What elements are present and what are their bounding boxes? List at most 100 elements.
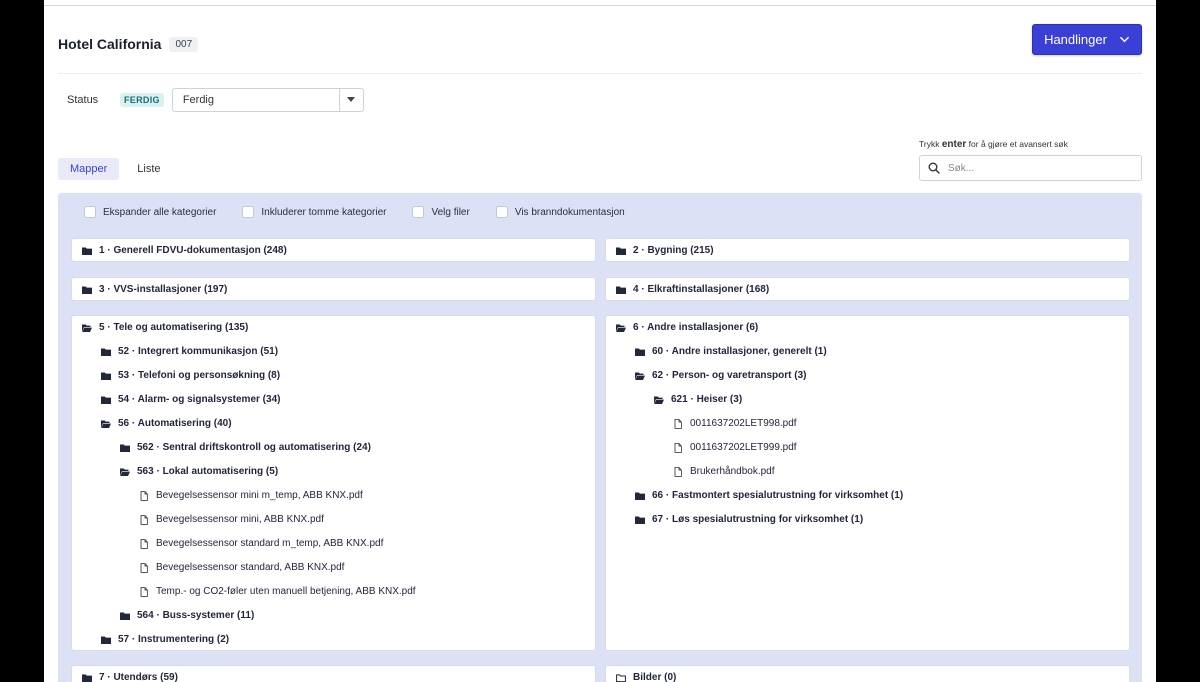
subcategory-row[interactable]: 563 · Lokal automatisering (5)	[120, 466, 278, 477]
option-fire-docs[interactable]: Vis branndokumentasjon	[495, 206, 625, 218]
folder-open-icon	[120, 467, 130, 477]
checkbox[interactable]	[495, 206, 508, 218]
file-row[interactable]: Brukerhåndbok.pdf	[673, 466, 775, 477]
file-row[interactable]: Bevegelsessensor mini, ABB KNX.pdf	[139, 514, 324, 525]
option-label: Ekspander alle kategorier	[103, 206, 217, 218]
file-row[interactable]: 0011637202LET998.pdf	[673, 418, 797, 429]
category-row[interactable]: Bilder (0)	[616, 672, 676, 682]
checkbox[interactable]	[412, 206, 425, 218]
folder-outline-icon	[616, 673, 626, 682]
file-label: 0011637202LET999.pdf	[690, 442, 797, 453]
category-row[interactable]: 7 · Utendørs (59)	[82, 672, 178, 682]
search-hint-prefix: Trykk	[919, 139, 940, 149]
category-card-6[interactable]: 6 · Andre installasjoner (6) 60 · Andre …	[605, 315, 1130, 651]
subcategory-row[interactable]: 60 · Andre installasjoner, generelt (1)	[635, 346, 827, 357]
subcategory-row[interactable]: 67 · Løs spesialutrustning for virksomhe…	[635, 514, 863, 525]
folder-panel: Ekspander alle kategorier Inkluderer tom…	[58, 193, 1142, 682]
folder-icon	[635, 347, 645, 357]
dropdown-caret-icon[interactable]	[338, 89, 363, 111]
option-include-empty[interactable]: Inkluderer tomme kategorier	[242, 206, 386, 218]
file-icon	[673, 466, 683, 477]
tab-mapper[interactable]: Mapper	[58, 158, 120, 180]
status-select-value: Ferdig	[182, 94, 214, 106]
file-icon	[139, 586, 149, 597]
category-row[interactable]: 6 · Andre installasjoner (6)	[616, 322, 758, 333]
file-row[interactable]: Bevegelsessensor standard, ABB KNX.pdf	[139, 562, 344, 573]
option-select-files[interactable]: Velg filer	[412, 206, 470, 218]
subcategory-row[interactable]: 66 · Fastmontert spesialutrustning for v…	[635, 490, 903, 501]
folder-open-icon	[635, 371, 645, 381]
subcategory-label: 621 · Heiser (3)	[671, 394, 743, 405]
file-label: Bevegelsessensor standard m_temp, ABB KN…	[156, 538, 384, 549]
category-card-5[interactable]: 5 · Tele og automatisering (135) 52 · In…	[71, 315, 596, 651]
search-hint-suffix: for å gjøre et avansert søk	[968, 139, 1068, 149]
file-row[interactable]: 0011637202LET999.pdf	[673, 442, 797, 453]
file-icon	[139, 490, 149, 501]
subcategory-row[interactable]: 564 · Buss-systemer (11)	[120, 610, 254, 621]
folder-open-icon	[101, 419, 111, 429]
folder-icon	[101, 347, 111, 357]
category-label: 4 · Elkraftinstallasjoner (168)	[633, 284, 770, 295]
file-row[interactable]: Bevegelsessensor standard m_temp, ABB KN…	[139, 538, 383, 549]
subcategory-label: 53 · Telefoni og personsøkning (8)	[118, 370, 281, 381]
checkbox[interactable]	[84, 206, 96, 218]
file-row[interactable]: Temp.- og CO2-føler uten manuell betjeni…	[139, 586, 416, 597]
project-number-badge: 007	[169, 36, 199, 52]
options-row: Ekspander alle kategorier Inkluderer tom…	[84, 206, 651, 218]
category-card-7[interactable]: 7 · Utendørs (59)	[71, 665, 596, 682]
subcategory-row[interactable]: 53 · Telefoni og personsøkning (8)	[101, 370, 280, 381]
file-label: 0011637202LET998.pdf	[690, 418, 797, 429]
category-row[interactable]: 5 · Tele og automatisering (135)	[82, 322, 248, 333]
file-icon	[673, 442, 683, 453]
actions-button-label: Handlinger	[1044, 32, 1107, 47]
checkbox[interactable]	[242, 206, 255, 218]
subcategory-row[interactable]: 62 · Person- og varetransport (3)	[635, 370, 806, 381]
status-badge: FERDIG	[120, 93, 164, 107]
category-card-2[interactable]: 2 · Bygning (215)	[605, 238, 1130, 262]
subcategory-label: 57 · Instrumentering (2)	[118, 634, 230, 645]
subcategory-label: 54 · Alarm- og signalsystemer (34)	[118, 394, 281, 405]
folder-icon	[120, 611, 130, 621]
subcategory-row[interactable]: 562 · Sentral driftskontroll og automati…	[120, 442, 371, 453]
tab-liste[interactable]: Liste	[125, 158, 172, 180]
category-card-1[interactable]: 1 · Generell FDVU-dokumentasjon (248)	[71, 238, 596, 262]
folder-icon	[635, 491, 645, 501]
option-label: Velg filer	[431, 206, 470, 218]
category-row[interactable]: 2 · Bygning (215)	[616, 245, 714, 256]
category-card-3[interactable]: 3 · VVS-installasjoner (197)	[71, 277, 596, 301]
status-label: Status	[67, 94, 99, 106]
status-select[interactable]: Ferdig	[171, 88, 364, 112]
search-icon	[928, 162, 940, 174]
category-card-4[interactable]: 4 · Elkraftinstallasjoner (168)	[605, 277, 1130, 301]
search-input[interactable]	[948, 162, 1128, 174]
folder-icon	[101, 395, 111, 405]
subcategory-row[interactable]: 54 · Alarm- og signalsystemer (34)	[101, 394, 280, 405]
category-row[interactable]: 1 · Generell FDVU-dokumentasjon (248)	[82, 245, 287, 256]
category-card-images[interactable]: Bilder (0)	[605, 665, 1130, 682]
actions-button[interactable]: Handlinger	[1032, 24, 1142, 55]
folder-icon	[616, 246, 626, 256]
category-label: 3 · VVS-installasjoner (197)	[99, 284, 228, 295]
file-icon	[139, 562, 149, 573]
page-title: Hotel California	[58, 36, 162, 52]
subcategory-row[interactable]: 52 · Integrert kommunikasjon (51)	[101, 346, 278, 357]
search-hint: Trykk enter for å gjøre et avansert søk	[919, 139, 1142, 150]
folder-icon	[616, 285, 626, 295]
header-divider	[58, 73, 1142, 74]
file-row[interactable]: Bevegelsessensor mini m_temp, ABB KNX.pd…	[139, 490, 363, 501]
search-box[interactable]	[919, 155, 1142, 181]
folder-open-icon	[82, 323, 92, 333]
category-row[interactable]: 3 · VVS-installasjoner (197)	[82, 284, 227, 295]
category-label: Bilder (0)	[633, 672, 677, 682]
subcategory-label: 564 · Buss-systemer (11)	[137, 610, 255, 621]
folder-icon	[82, 285, 92, 295]
file-icon	[139, 514, 149, 525]
category-row[interactable]: 4 · Elkraftinstallasjoner (168)	[616, 284, 769, 295]
subcategory-row[interactable]: 57 · Instrumentering (2)	[101, 634, 229, 645]
folder-icon	[101, 635, 111, 645]
subcategory-row[interactable]: 621 · Heiser (3)	[654, 394, 742, 405]
subcategory-row[interactable]: 56 · Automatisering (40)	[101, 418, 232, 429]
option-expand-all[interactable]: Ekspander alle kategorier	[84, 206, 216, 218]
top-divider	[44, 5, 1156, 6]
subcategory-label: 563 · Lokal automatisering (5)	[137, 466, 279, 477]
